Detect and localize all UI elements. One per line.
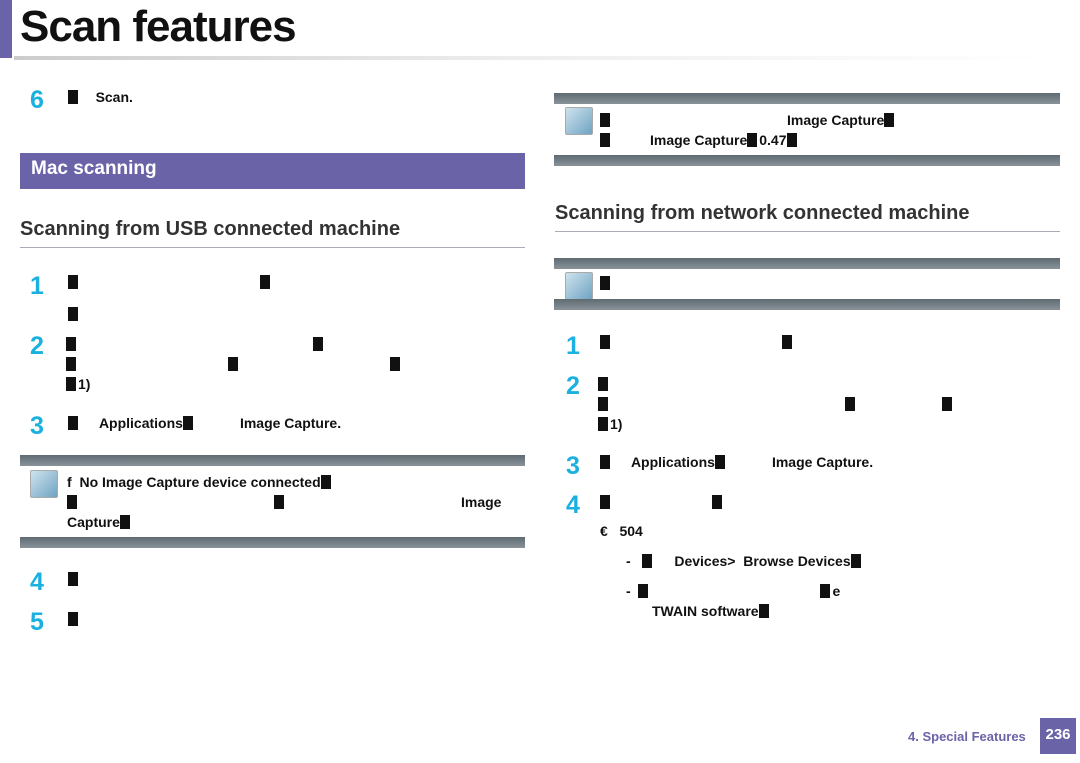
step-text xyxy=(600,334,794,350)
note-top-bar xyxy=(554,258,1060,269)
step-number: 2 xyxy=(30,332,44,360)
title-divider xyxy=(14,56,1044,60)
page-number: 236 xyxy=(1040,718,1076,754)
note-bottom-bar xyxy=(20,537,525,548)
note-bottom-bar xyxy=(554,299,1060,310)
bullet-item: - e TWAIN software xyxy=(626,583,841,619)
note-text: Image Capture Image Capture 0.47 xyxy=(600,110,896,150)
step-number: 4 xyxy=(30,568,44,596)
chapter-label: 4. Special Features xyxy=(908,729,1026,744)
step-number: 5 xyxy=(30,608,44,636)
note-pencil-icon xyxy=(565,272,593,300)
note-text xyxy=(600,275,612,291)
step-number: 4 xyxy=(566,491,580,519)
bullet-item: - Devices> Browse Devices xyxy=(626,553,863,569)
note-pencil-icon xyxy=(565,107,593,135)
note-bottom-bar xyxy=(554,155,1060,166)
step-text xyxy=(68,274,272,322)
step-text: Applications Image Capture. xyxy=(68,415,341,431)
page-title: Scan features xyxy=(20,2,297,51)
step-text xyxy=(68,611,80,627)
note-text: f No Image Capture device connected Image… xyxy=(67,474,502,530)
step-number: 6 xyxy=(30,86,44,114)
step-text: 1) xyxy=(598,374,954,434)
step-text xyxy=(68,571,80,587)
section-heading: Scanning from network connected machine xyxy=(555,202,1060,232)
step-text xyxy=(600,494,724,510)
step-text: 1) xyxy=(66,334,402,394)
step-number: 3 xyxy=(30,412,44,440)
step-text: Scan. xyxy=(68,89,133,105)
sub-item: € 504 xyxy=(600,523,643,539)
section-heading: Scanning from USB connected machine xyxy=(20,218,525,248)
step-number: 1 xyxy=(566,332,580,360)
section-band: Mac scanning xyxy=(20,153,525,189)
step-text: Applications Image Capture. xyxy=(600,454,873,470)
note-top-bar xyxy=(20,455,525,466)
note-top-bar xyxy=(554,93,1060,104)
step-number: 1 xyxy=(30,272,44,300)
step-number: 2 xyxy=(566,372,580,400)
note-pencil-icon xyxy=(30,470,58,498)
title-accent-bar xyxy=(0,0,12,58)
step-number: 3 xyxy=(566,452,580,480)
